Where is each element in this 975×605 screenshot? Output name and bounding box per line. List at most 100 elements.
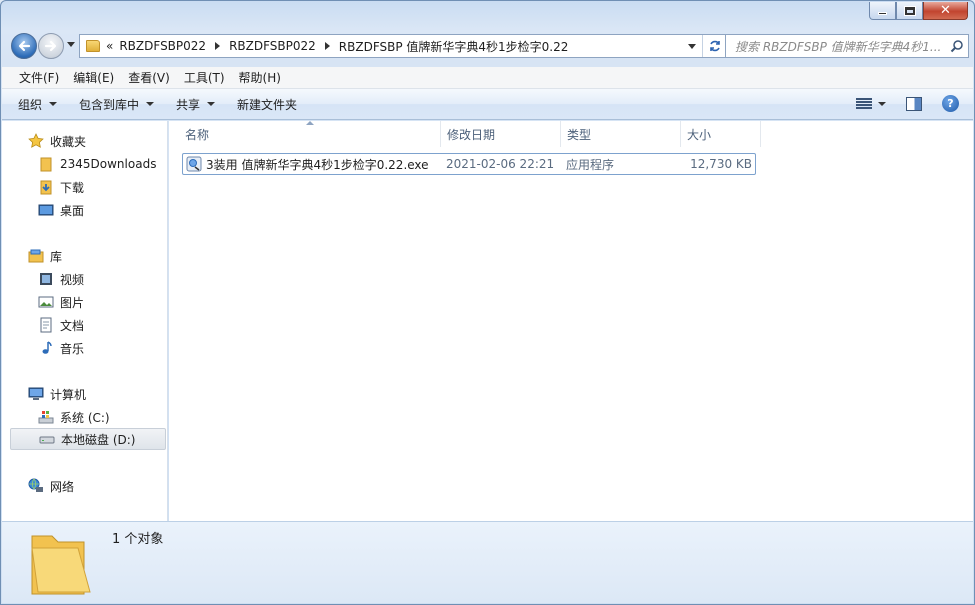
minimize-icon <box>878 12 887 15</box>
include-in-library-button[interactable]: 包含到库中 <box>79 96 155 113</box>
system-drive-icon <box>38 409 54 425</box>
search-input[interactable]: 搜索 RBZDFSBP 值牌新华字典4秒1... <box>725 34 969 58</box>
sidebar-libraries[interactable]: 库 <box>28 245 62 267</box>
chevron-down-icon <box>146 102 155 106</box>
view-options-dropdown[interactable] <box>878 101 886 106</box>
sidebar-favorites[interactable]: 收藏夹 <box>28 130 86 152</box>
menu-view[interactable]: 查看(V) <box>121 69 177 86</box>
organize-label: 组织 <box>18 97 43 112</box>
refresh-button[interactable] <box>702 35 726 57</box>
view-details-icon[interactable] <box>856 97 872 110</box>
sidebar-item-downloads[interactable]: 下载 <box>38 176 84 198</box>
maximize-button[interactable] <box>896 2 923 20</box>
help-icon[interactable]: ? <box>942 95 959 112</box>
column-header-label: 类型 <box>567 127 592 142</box>
include-in-library-label: 包含到库中 <box>79 97 140 112</box>
breadcrumb-separator-icon[interactable] <box>215 42 221 50</box>
application-icon <box>186 156 202 172</box>
sidebar-libraries-label: 库 <box>50 249 63 264</box>
address-dropdown-icon[interactable] <box>688 44 696 49</box>
file-name: 3装用 值牌新华字典4秒1步检字0.22.exe <box>206 157 429 172</box>
breadcrumb-overflow[interactable]: « <box>106 39 113 53</box>
library-icon <box>28 248 44 264</box>
column-header-label: 大小 <box>687 127 712 142</box>
sidebar-item-2345downloads[interactable]: 2345Downloads <box>38 153 156 175</box>
sidebar-item-label: 桌面 <box>60 203 85 218</box>
sidebar-computer[interactable]: 计算机 <box>28 383 86 405</box>
recent-pages-dropdown[interactable] <box>67 42 75 47</box>
file-type: 应用程序 <box>566 157 615 172</box>
sidebar-item-drive-d[interactable]: 本地磁盘 (D:) <box>10 428 166 450</box>
view-controls: ? <box>856 95 959 112</box>
folder-icon <box>31 535 91 595</box>
share-label: 共享 <box>176 97 201 112</box>
sidebar-item-desktop[interactable]: 桌面 <box>38 199 84 221</box>
share-button[interactable]: 共享 <box>176 96 216 113</box>
back-arrow-icon <box>18 40 31 52</box>
file-size: 12,730 KB <box>690 157 752 171</box>
sidebar-item-pictures[interactable]: 图片 <box>38 291 84 313</box>
documents-icon <box>38 317 54 333</box>
desktop-icon <box>38 202 54 218</box>
sidebar-favorites-label: 收藏夹 <box>50 134 87 149</box>
command-bar: 组织 包含到库中 共享 新建文件夹 ? <box>2 89 973 120</box>
breadcrumb-item[interactable]: RBZDFSBP 值牌新华字典4秒1步检字0.22 <box>339 38 569 55</box>
computer-icon <box>28 386 44 402</box>
breadcrumb-separator-icon[interactable] <box>324 42 330 50</box>
sidebar-item-documents[interactable]: 文档 <box>38 314 84 336</box>
forward-button[interactable] <box>38 33 64 59</box>
window-controls: ✕ <box>869 2 968 20</box>
close-icon: ✕ <box>940 3 951 18</box>
breadcrumb-item[interactable]: RBZDFSBP022 <box>229 39 316 53</box>
address-bar[interactable]: « RBZDFSBP022 RBZDFSBP022 RBZDFSBP 值牌新华字… <box>79 34 727 58</box>
forward-arrow-icon <box>44 40 57 52</box>
column-header-type[interactable]: 类型 <box>561 121 681 147</box>
minimize-button[interactable] <box>869 2 896 20</box>
sidebar-item-label: 下载 <box>60 180 85 195</box>
disk-drive-icon <box>39 431 55 447</box>
maximize-icon <box>903 5 916 16</box>
menu-file[interactable]: 文件(F) <box>12 69 66 86</box>
menu-tools[interactable]: 工具(T) <box>177 69 232 86</box>
new-folder-button[interactable]: 新建文件夹 <box>237 96 297 113</box>
file-modified: 2021-02-06 22:21 <box>446 157 555 171</box>
sort-ascending-icon <box>306 121 314 125</box>
menu-edit[interactable]: 编辑(E) <box>66 69 121 86</box>
item-count: 1 个对象 <box>112 532 164 547</box>
star-icon <box>28 133 44 149</box>
sidebar-network-label: 网络 <box>50 479 75 494</box>
navigation-pane: 收藏夹 2345Downloads 下载 桌面 库 视频 图片 文档 音乐 计算… <box>2 121 168 521</box>
close-button[interactable]: ✕ <box>923 2 968 20</box>
sidebar-item-videos[interactable]: 视频 <box>38 268 84 290</box>
details-pane: 1 个对象 <box>2 521 973 603</box>
organize-button[interactable]: 组织 <box>18 96 58 113</box>
preview-pane-icon[interactable] <box>906 96 922 111</box>
menu-help[interactable]: 帮助(H) <box>232 69 288 86</box>
folder-icon <box>86 40 100 52</box>
sidebar-item-label: 音乐 <box>60 341 85 356</box>
downloads-folder-icon <box>38 179 54 195</box>
sidebar-item-drive-c[interactable]: 系统 (C:) <box>38 406 110 428</box>
column-header-size[interactable]: 大小 <box>681 121 761 147</box>
chevron-down-icon <box>207 102 216 106</box>
sidebar-item-label: 系统 (C:) <box>60 410 110 425</box>
column-header-modified[interactable]: 修改日期 <box>441 121 561 147</box>
sidebar-network[interactable]: 网络 <box>28 475 74 497</box>
video-icon <box>38 271 54 287</box>
column-header-label: 名称 <box>185 127 210 142</box>
menu-bar: 文件(F) 编辑(E) 查看(V) 工具(T) 帮助(H) <box>2 67 973 89</box>
sidebar-item-music[interactable]: 音乐 <box>38 337 84 359</box>
sidebar-item-label: 2345Downloads <box>60 157 157 171</box>
back-button[interactable] <box>11 33 37 59</box>
table-row[interactable]: 3装用 值牌新华字典4秒1步检字0.22.exe 2021-02-06 22:2… <box>182 153 756 175</box>
sidebar-item-label: 本地磁盘 (D:) <box>61 432 136 447</box>
sidebar-item-label: 文档 <box>60 318 85 333</box>
file-name-cell: 3装用 值牌新华字典4秒1步检字0.22.exe <box>186 154 429 174</box>
sidebar-item-label: 图片 <box>60 295 85 310</box>
network-icon <box>28 478 44 494</box>
sidebar-item-label: 视频 <box>60 272 85 287</box>
breadcrumb-item[interactable]: RBZDFSBP022 <box>119 39 206 53</box>
search-placeholder: 搜索 RBZDFSBP 值牌新华字典4秒1... <box>735 39 942 54</box>
search-icon[interactable] <box>950 39 964 53</box>
folder-icon <box>38 156 54 172</box>
